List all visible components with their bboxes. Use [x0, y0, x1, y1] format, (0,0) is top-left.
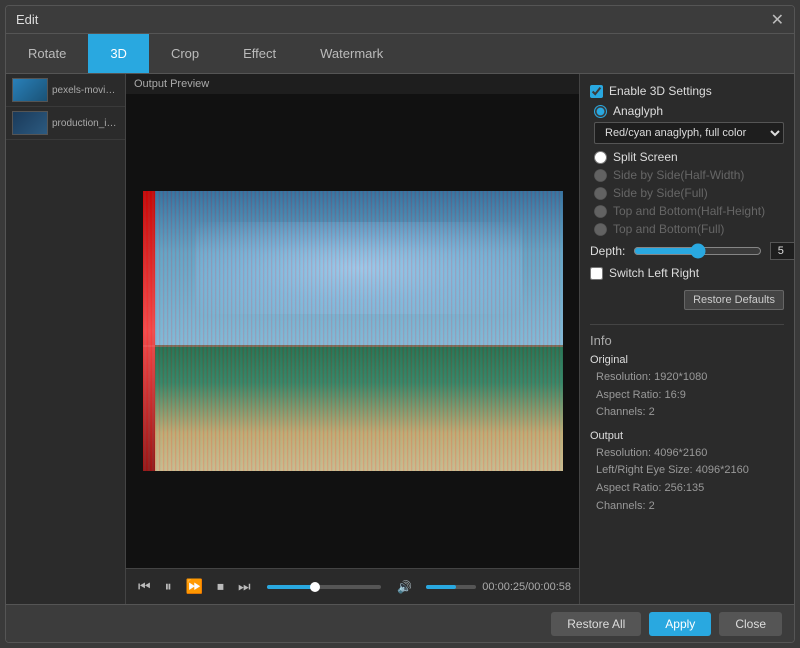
split-screen-label[interactable]: Split Screen [613, 150, 678, 164]
restore-all-button[interactable]: Restore All [551, 612, 641, 636]
output-eye-size: Left/Right Eye Size: 4096*2160 [590, 462, 784, 480]
forward-button[interactable]: ⏩ [182, 576, 207, 597]
restore-defaults-button[interactable]: Restore Defaults [684, 290, 784, 310]
tab-effect[interactable]: Effect [221, 34, 298, 73]
progress-bar[interactable] [267, 585, 382, 589]
switch-left-right-label[interactable]: Switch Left Right [609, 266, 699, 280]
sub-option-full: Side by Side(Full) [594, 186, 784, 200]
window-title: Edit [16, 12, 38, 27]
switch-left-right-checkbox[interactable] [590, 267, 603, 280]
thumbnail-image-1 [12, 78, 48, 102]
thumbnail-image-2 [12, 111, 48, 135]
top-bottom-full-radio [594, 223, 607, 236]
volume-filled [426, 585, 456, 589]
tab-bar: Rotate 3D Crop Effect Watermark [6, 34, 794, 74]
close-button[interactable]: ✕ [771, 10, 784, 30]
title-bar: Edit ✕ [6, 6, 794, 34]
thumbnail-item-1[interactable]: pexels-movie... [6, 74, 125, 107]
play-pause-button[interactable]: ⏸ [161, 576, 176, 597]
volume-bar[interactable] [426, 585, 476, 589]
depth-slider[interactable] [633, 243, 762, 259]
video-preview [143, 191, 563, 471]
depth-label: Depth: [590, 244, 625, 258]
tab-3d[interactable]: 3D [88, 34, 149, 73]
sub-option-half-width: Side by Side(Half-Width) [594, 168, 784, 182]
main-content: pexels-movie... production_id... Output … [6, 74, 794, 604]
original-aspect-ratio: Aspect Ratio: 16:9 [590, 387, 784, 405]
thumbnail-label-1: pexels-movie... [52, 85, 119, 96]
switch-left-right-row: Switch Left Right [590, 266, 784, 280]
anaglyph-radio-row: Anaglyph [594, 104, 784, 118]
tab-watermark[interactable]: Watermark [298, 34, 405, 73]
top-bottom-full-label: Top and Bottom(Full) [613, 222, 724, 236]
progress-thumb [310, 582, 320, 592]
apply-button[interactable]: Apply [649, 612, 711, 636]
anaglyph-radio[interactable] [594, 105, 607, 118]
anaglyph-dropdown[interactable]: Red/cyan anaglyph, full color Red/cyan a… [594, 122, 784, 144]
tab-crop[interactable]: Crop [149, 34, 221, 73]
top-bottom-half-label: Top and Bottom(Half-Height) [613, 204, 765, 218]
split-screen-radio-row: Split Screen [594, 150, 784, 164]
bottom-bar: Restore All Apply Close [6, 604, 794, 642]
split-screen-radio[interactable] [594, 151, 607, 164]
original-title: Original [590, 354, 784, 366]
left-sidebar: pexels-movie... production_id... [6, 74, 126, 604]
enable-3d-checkbox[interactable] [590, 85, 603, 98]
original-channels: Channels: 2 [590, 404, 784, 422]
controls-bar: ⏮ ⏸ ⏩ ⏹ ⏭ 🔊 00:00:25/00:00:58 [126, 568, 579, 604]
output-channels: Channels: 2 [590, 498, 784, 516]
thumbnail-label-2: production_id... [52, 118, 119, 129]
output-aspect-ratio: Aspect Ratio: 256:135 [590, 480, 784, 498]
half-width-label: Side by Side(Half-Width) [613, 168, 744, 182]
depth-number-input[interactable] [770, 242, 794, 260]
thumbnail-item-2[interactable]: production_id... [6, 107, 125, 140]
split-screen-group: Split Screen Side by Side(Half-Width) Si… [590, 150, 784, 236]
time-display: 00:00:25/00:00:58 [482, 581, 571, 593]
half-width-radio [594, 169, 607, 182]
video-background [143, 191, 563, 471]
full-radio [594, 187, 607, 200]
anaglyph-group: Anaglyph Red/cyan anaglyph, full color R… [590, 104, 784, 144]
preview-label: Output Preview [126, 74, 579, 94]
rewind-button[interactable]: ⏮ [134, 576, 155, 597]
stop-button[interactable]: ⏹ [213, 576, 228, 597]
skip-button[interactable]: ⏭ [234, 576, 255, 597]
full-label: Side by Side(Full) [613, 186, 708, 200]
output-title: Output [590, 430, 784, 442]
top-bottom-half-radio [594, 205, 607, 218]
original-resolution: Resolution: 1920*1080 [590, 369, 784, 387]
info-section: Info Original Resolution: 1920*1080 Aspe… [590, 324, 784, 515]
edit-window: Edit ✕ Rotate 3D Crop Effect Watermark p… [5, 5, 795, 643]
right-panel: Enable 3D Settings Anaglyph Red/cyan ana… [579, 74, 794, 604]
output-resolution: Resolution: 4096*2160 [590, 445, 784, 463]
anaglyph-overlay [143, 191, 563, 471]
enable-3d-row: Enable 3D Settings [590, 84, 784, 98]
sub-option-top-bottom-half: Top and Bottom(Half-Height) [594, 204, 784, 218]
enable-3d-label[interactable]: Enable 3D Settings [609, 84, 712, 98]
info-title: Info [590, 333, 784, 348]
tab-rotate[interactable]: Rotate [6, 34, 88, 73]
anaglyph-label[interactable]: Anaglyph [613, 104, 663, 118]
progress-filled [267, 585, 315, 589]
depth-row: Depth: [590, 242, 784, 260]
video-container [126, 94, 579, 568]
center-panel: Output Preview ⏮ ⏸ [126, 74, 579, 604]
sub-option-top-bottom-full: Top and Bottom(Full) [594, 222, 784, 236]
volume-icon: 🔊 [393, 578, 416, 596]
close-bottom-button[interactable]: Close [719, 612, 782, 636]
